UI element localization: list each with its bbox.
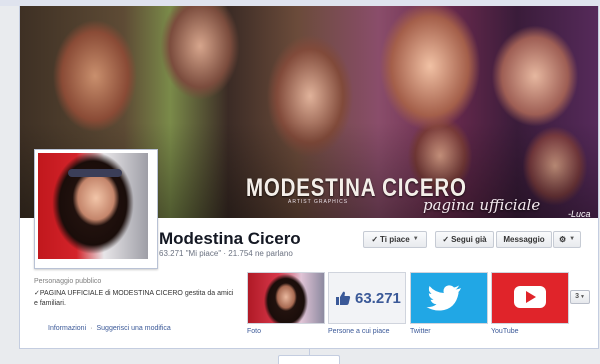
photos-app-thumbnail[interactable] [247, 272, 325, 324]
more-apps-count: 3 [575, 293, 579, 300]
page-title[interactable]: Modestina Cicero [159, 229, 301, 249]
separator-dot: · [90, 325, 93, 332]
more-apps-button[interactable]: 3▼ [570, 290, 590, 304]
youtube-play-icon [514, 286, 546, 308]
likes-app-tile[interactable]: 63.271 [328, 272, 406, 324]
cover-subtitle: pagina ufficiale [423, 196, 541, 214]
profile-picture[interactable] [38, 153, 148, 259]
twitter-app-tile[interactable] [410, 272, 488, 324]
chevron-down-icon: ▼ [412, 236, 419, 243]
profile-picture-frame[interactable] [34, 149, 158, 269]
twitter-bird-icon [426, 285, 461, 311]
info-link[interactable]: Informazioni [48, 325, 86, 332]
about-links: Informazioni · Suggerisci una modifica [48, 325, 171, 332]
message-button-label: Messaggio [503, 235, 545, 244]
photos-app-label[interactable]: Foto [247, 328, 261, 335]
timeline-tab [278, 355, 340, 364]
check-icon: ✓ [371, 235, 379, 244]
thumbs-up-icon [336, 291, 351, 305]
chevron-down-icon: ▼ [569, 236, 576, 243]
likes-count: 63.271 [355, 290, 401, 307]
page-stats: 63.271 "Mi piace" · 21.754 ne parlano [159, 249, 293, 258]
likes-app-label[interactable]: Persone a cui piace [328, 328, 389, 335]
chevron-down-icon: ▼ [579, 294, 585, 300]
like-button[interactable]: ✓ Ti piace ▼ [363, 231, 427, 248]
cover-small-caption: ARTIST GRAPHICS [288, 199, 349, 205]
youtube-app-tile[interactable] [491, 272, 569, 324]
like-button-label: Ti piace [380, 235, 410, 244]
check-icon: ✓ [442, 235, 450, 244]
twitter-app-label[interactable]: Twitter [410, 328, 431, 335]
page-category: Personaggio pubblico [34, 278, 102, 285]
follow-button[interactable]: ✓ Segui già [435, 231, 494, 248]
youtube-app-label[interactable]: YouTube [491, 328, 519, 335]
settings-button[interactable]: ⚙ ▼ [553, 231, 581, 248]
facebook-page: MODESTINA CICERO ARTIST GRAPHICS pagina … [0, 0, 600, 364]
message-button[interactable]: Messaggio [496, 231, 552, 248]
follow-button-label: Segui già [451, 235, 487, 244]
headband [68, 169, 122, 177]
page-description: ✓PAGINA UFFICIALE di MODESTINA CICERO ge… [34, 290, 234, 307]
gear-icon: ⚙ [558, 235, 567, 244]
suggest-edit-link[interactable]: Suggerisci una modifica [96, 325, 170, 332]
